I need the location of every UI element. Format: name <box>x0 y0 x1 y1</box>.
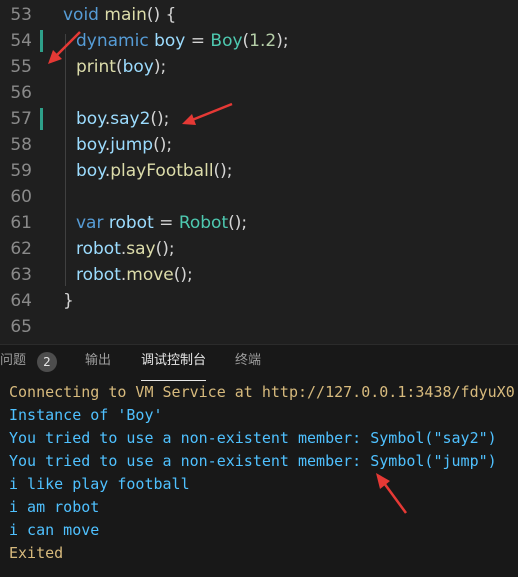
console-line: i am robot <box>9 498 100 516</box>
code-line[interactable]: 56 <box>0 80 518 106</box>
line-number: 60 <box>10 187 32 207</box>
annotation-arrow <box>376 473 408 514</box>
line-number: 55 <box>10 57 32 77</box>
line-number: 56 <box>10 83 32 103</box>
console-line: i like play football <box>9 475 190 493</box>
line-number: 65 <box>10 317 32 337</box>
code-line[interactable]: 53 void main() { <box>0 2 518 28</box>
code-text: print(boy); <box>76 57 167 77</box>
debug-console-output[interactable]: Connecting to VM Service at http://127.0… <box>9 381 518 565</box>
line-number: 63 <box>10 265 32 285</box>
code-text: var robot = Robot(); <box>76 213 248 233</box>
code-line[interactable]: 58 boy.jump(); <box>0 132 518 158</box>
modified-line-marker <box>40 30 43 52</box>
panel-tabs: 问题 2 输出 调试控制台 终端 <box>0 345 518 381</box>
code-line[interactable]: 65 <box>0 314 518 340</box>
annotation-arrow <box>48 31 81 64</box>
annotation-arrow <box>182 102 233 125</box>
bottom-panel: 问题 2 输出 调试控制台 终端 Connecting to VM Servic… <box>0 344 518 577</box>
line-number: 59 <box>10 161 32 181</box>
line-number: 62 <box>10 239 32 259</box>
line-number: 57 <box>10 109 32 129</box>
code-line[interactable]: 57 boy.say2(); <box>0 106 518 132</box>
line-number: 53 <box>10 5 32 25</box>
code-text: boy.playFootball(); <box>76 161 233 181</box>
code-text: boy.jump(); <box>76 135 173 155</box>
console-line: You tried to use a non-existent member: … <box>9 452 497 470</box>
console-line: Exited <box>9 544 64 562</box>
line-number: 61 <box>10 213 32 233</box>
line-number: 58 <box>10 135 32 155</box>
code-text: void main() { <box>63 5 177 25</box>
console-line: i can move <box>9 521 100 539</box>
problems-count-badge: 2 <box>37 352 57 372</box>
tab-debug-console[interactable]: 调试控制台 <box>141 345 207 381</box>
tab-terminal[interactable]: 终端 <box>235 345 261 379</box>
code-line[interactable]: 63 robot.move(); <box>0 262 518 288</box>
modified-line-marker <box>40 108 43 130</box>
tab-debug-console-label: 调试控制台 <box>141 353 207 368</box>
code-line[interactable]: 61 var robot = Robot(); <box>0 210 518 236</box>
code-editor[interactable]: 53 void main() { 54 dynamic boy = Boy(1.… <box>0 0 518 344</box>
code-text: robot.move(); <box>76 265 193 285</box>
code-line[interactable]: 62 robot.say(); <box>0 236 518 262</box>
console-line: You tried to use a non-existent member: … <box>9 429 497 447</box>
console-line: Instance of 'Boy' <box>9 406 163 424</box>
console-line: Connecting to VM Service at http://127.0… <box>9 383 515 401</box>
tab-problems[interactable]: 问题 <box>0 345 26 379</box>
code-text: dynamic boy = Boy(1.2); <box>76 31 289 51</box>
tab-output[interactable]: 输出 <box>85 345 111 379</box>
code-line[interactable]: 64 } <box>0 288 518 314</box>
line-number: 54 <box>10 31 32 51</box>
code-line[interactable]: 59 boy.playFootball(); <box>0 158 518 184</box>
line-number: 64 <box>10 291 32 311</box>
code-text: } <box>63 291 74 311</box>
code-text: boy.say2(); <box>76 109 170 129</box>
code-line[interactable]: 60 <box>0 184 518 210</box>
code-text: robot.say(); <box>76 239 175 259</box>
